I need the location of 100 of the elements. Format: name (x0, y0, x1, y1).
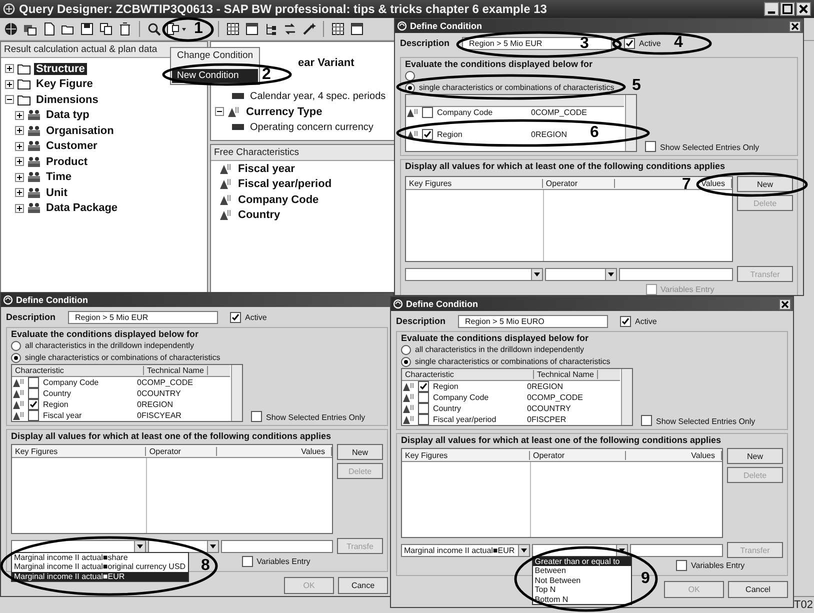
expander-icon[interactable] (5, 80, 14, 89)
checkbox[interactable] (418, 392, 429, 403)
tree-item[interactable]: Data typ (44, 109, 92, 122)
tree-item[interactable]: ear Variant (296, 56, 356, 69)
checkbox[interactable] (28, 410, 39, 421)
tree-item[interactable]: Currency Type (244, 106, 324, 118)
list-option[interactable]: Marginal income II actual■share (12, 552, 188, 562)
list-option[interactable]: Not Between (532, 576, 631, 585)
checkbox[interactable] (676, 560, 688, 571)
tree-item[interactable]: Dimensions (34, 94, 100, 106)
list-option[interactable]: Marginal income II actual■original currency USD (12, 562, 188, 572)
tree-item[interactable]: Data Package (44, 202, 120, 214)
checkbox[interactable] (645, 141, 656, 152)
checkbox[interactable] (641, 415, 652, 426)
tree-item[interactable]: Organisation (44, 124, 116, 137)
key-figure-dropdown[interactable] (11, 540, 146, 552)
checkbox[interactable] (230, 312, 241, 322)
key-figure-dropdown[interactable]: Marginal income II actual■EUR (401, 544, 530, 556)
expander-icon[interactable] (5, 64, 14, 74)
list-option[interactable]: Marginal income II actual■EUR (12, 572, 188, 581)
expander-icon[interactable] (215, 107, 224, 116)
values-field[interactable] (618, 268, 733, 280)
tree-item[interactable]: Fiscal year/period (236, 178, 334, 190)
tree-item[interactable]: Operating concern currency (248, 122, 376, 133)
close-icon[interactable] (789, 20, 801, 32)
scrollbar[interactable] (625, 95, 636, 151)
menu-item[interactable]: Change Condition (172, 49, 258, 63)
dialog-button[interactable]: New (337, 444, 383, 460)
radio-button[interactable] (405, 70, 415, 80)
checkbox[interactable] (624, 38, 635, 48)
tree-item[interactable]: Company Code (236, 194, 321, 206)
menu-item[interactable]: New Condition (172, 69, 258, 83)
table-icon[interactable] (350, 22, 364, 36)
checkbox[interactable] (646, 284, 657, 295)
tree-item[interactable]: Product (44, 156, 90, 168)
expander-icon[interactable] (15, 204, 24, 213)
checkbox[interactable] (242, 556, 253, 567)
description-field[interactable]: Region > 5 Mio EURO (458, 314, 608, 328)
condition-dropdown-icon[interactable] (166, 22, 188, 36)
column-header: Operator (146, 446, 217, 456)
tree-item[interactable]: Structure (34, 62, 87, 75)
tree-item[interactable]: Calendar year, 4 spec. periods (248, 90, 388, 102)
checkbox[interactable] (251, 411, 262, 422)
maximize-icon[interactable] (780, 2, 795, 16)
checkbox[interactable] (418, 381, 429, 392)
radio-button[interactable] (401, 344, 411, 354)
save-icon[interactable] (80, 22, 94, 36)
scrollbar[interactable] (231, 365, 242, 421)
grid-icon[interactable] (331, 22, 345, 36)
expander-icon[interactable] (15, 110, 24, 120)
table-icon[interactable] (245, 22, 259, 36)
copy-icon[interactable] (99, 22, 113, 36)
callout-number: 6 (590, 125, 599, 141)
tree-item[interactable]: Key Figure (34, 78, 95, 90)
radio-button[interactable] (11, 352, 21, 362)
expander-icon[interactable] (15, 188, 24, 198)
values-field[interactable] (630, 544, 723, 556)
checkbox[interactable] (28, 377, 39, 388)
grid-icon[interactable] (226, 22, 240, 36)
expander-icon[interactable] (15, 157, 24, 166)
dialog-button[interactable]: New (727, 448, 783, 464)
expander-icon[interactable] (15, 126, 24, 136)
tree-item[interactable]: Time (44, 171, 74, 184)
globe-icon[interactable] (4, 22, 18, 36)
values-field[interactable] (221, 540, 333, 552)
scrollbar[interactable] (621, 369, 632, 425)
wand-icon[interactable] (302, 22, 316, 36)
radio-button[interactable] (401, 356, 411, 366)
close-icon[interactable] (779, 298, 791, 310)
description-field[interactable]: Region > 5 Mio EUR (68, 310, 218, 324)
expander-icon[interactable] (15, 172, 24, 182)
checkbox[interactable] (418, 403, 429, 414)
tree-item[interactable]: Country (236, 209, 282, 222)
arrows-icon[interactable] (283, 22, 297, 36)
checkbox-label: Show Selected Entries Only (656, 417, 756, 426)
search-icon[interactable] (147, 22, 161, 36)
checkbox[interactable] (620, 316, 631, 326)
close-icon[interactable] (796, 2, 811, 16)
dialog-button[interactable]: Cancel (728, 581, 788, 598)
checkbox[interactable] (28, 388, 39, 399)
list-option[interactable]: Greater than or equal to (532, 556, 631, 566)
list-option[interactable]: Top N (532, 585, 631, 594)
expander-icon[interactable] (5, 95, 14, 104)
checkbox[interactable] (418, 414, 429, 425)
tree-item[interactable]: Customer (44, 140, 100, 152)
radio-button[interactable] (11, 340, 21, 350)
expander-icon[interactable] (15, 142, 24, 151)
tree-item[interactable]: Fiscal year (236, 162, 297, 175)
minimize-icon[interactable] (764, 2, 779, 16)
checkbox[interactable] (422, 107, 433, 118)
tree-item[interactable]: Unit (44, 186, 70, 199)
list-option[interactable]: Between (532, 566, 631, 576)
dialog-button[interactable]: New (737, 176, 793, 192)
hierarchy-icon[interactable] (264, 22, 278, 36)
new-document-icon[interactable] (42, 22, 56, 36)
dialog-button[interactable]: Cance (338, 577, 388, 594)
checkbox[interactable] (422, 129, 433, 140)
checkbox[interactable] (28, 399, 39, 410)
window-icon[interactable] (23, 22, 37, 36)
delete-icon[interactable] (118, 22, 132, 36)
